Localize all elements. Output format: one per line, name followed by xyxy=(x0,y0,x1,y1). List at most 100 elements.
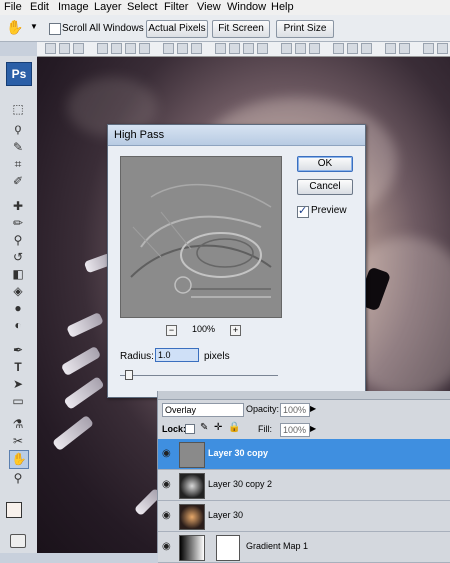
fill-input[interactable]: 100% xyxy=(280,423,310,437)
radius-input[interactable]: 1.0 xyxy=(155,348,199,362)
panel-toggle-icon[interactable] xyxy=(163,43,174,54)
panel-toggle-icon[interactable] xyxy=(215,43,226,54)
blend-mode-select[interactable]: Overlay xyxy=(162,403,244,417)
mask-thumbnail xyxy=(216,535,240,561)
history-brush-icon[interactable]: ↺ xyxy=(9,249,27,266)
options-bar: ✋ ▼ Scroll All Windows Actual Pixels Fit… xyxy=(0,15,450,42)
actual-pixels-button[interactable]: Actual Pixels xyxy=(146,20,208,38)
eyedropper-3d-icon[interactable]: ⚗ xyxy=(9,416,27,433)
filter-preview[interactable] xyxy=(120,156,282,318)
fill-arrow-icon[interactable]: ▶ xyxy=(310,424,316,433)
panel-toggle-icon[interactable] xyxy=(111,43,122,54)
panel-toggle-icon[interactable] xyxy=(437,43,448,54)
panel-toggle-icon[interactable] xyxy=(73,43,84,54)
menu-file[interactable]: File xyxy=(4,1,22,13)
eye-icon[interactable]: ◉ xyxy=(162,541,171,552)
eraser-icon[interactable]: ◧ xyxy=(9,266,27,283)
pen-icon[interactable]: ✒ xyxy=(9,342,27,359)
fill-label: Fill: xyxy=(258,424,272,434)
fit-screen-button[interactable]: Fit Screen xyxy=(212,20,270,38)
opacity-input[interactable]: 100% xyxy=(280,403,310,417)
shape-icon[interactable]: ▭ xyxy=(9,393,27,410)
lock-position-icon[interactable]: ✛ xyxy=(214,422,222,433)
panel-toggle-icon[interactable] xyxy=(347,43,358,54)
scroll-all-windows-label: Scroll All Windows xyxy=(62,23,144,34)
panel-toggle-icon[interactable] xyxy=(191,43,202,54)
lock-transparency-icon[interactable] xyxy=(185,424,195,434)
panel-toggle-icon[interactable] xyxy=(125,43,136,54)
blur-icon[interactable]: ● xyxy=(9,300,27,317)
marquee-icon[interactable]: ⬚ xyxy=(9,101,27,118)
type-icon[interactable]: T xyxy=(9,359,27,376)
panel-toggle-icon[interactable] xyxy=(295,43,306,54)
radius-slider-track[interactable] xyxy=(120,375,278,376)
eye-icon[interactable]: ◉ xyxy=(162,448,171,459)
scroll-all-windows-checkbox[interactable] xyxy=(49,23,61,35)
clone-stamp-icon[interactable]: ⚲ xyxy=(9,232,27,249)
path-select-icon[interactable]: ➤ xyxy=(9,376,27,393)
layer-row-gradient-map-1[interactable]: ◉ Gradient Map 1 xyxy=(158,532,450,563)
zoom-in-button[interactable]: + xyxy=(230,325,241,336)
crop-icon[interactable]: ⌗ xyxy=(9,156,27,173)
menu-bar: File Edit Image Layer Select Filter View… xyxy=(0,0,450,16)
measure-icon[interactable]: ✂ xyxy=(9,433,27,450)
dialog-title-bar[interactable]: High Pass xyxy=(108,125,365,146)
ok-button[interactable]: OK xyxy=(297,156,353,172)
menu-select[interactable]: Select xyxy=(127,1,158,13)
layer-row-layer-30-copy-2[interactable]: ◉ Layer 30 copy 2 xyxy=(158,470,450,501)
magic-wand-icon[interactable]: ✎ xyxy=(9,139,27,156)
layer-row-layer-30-copy[interactable]: ◉ Layer 30 copy xyxy=(158,439,450,470)
panel-toggle-icon[interactable] xyxy=(97,43,108,54)
quick-mask-icon[interactable] xyxy=(10,534,26,548)
panel-toggle-icon[interactable] xyxy=(229,43,240,54)
preview-checkbox[interactable] xyxy=(297,204,309,218)
panel-toggle-icon[interactable] xyxy=(59,43,70,54)
brush-icon[interactable]: ✏ xyxy=(9,215,27,232)
opacity-label: Opacity: xyxy=(246,404,280,414)
opacity-arrow-icon[interactable]: ▶ xyxy=(310,404,316,413)
menu-layer[interactable]: Layer xyxy=(94,1,122,13)
eye-icon[interactable]: ◉ xyxy=(162,510,171,521)
zoom-icon[interactable]: ⚲ xyxy=(9,470,27,487)
panel-toggle-icon[interactable] xyxy=(281,43,292,54)
panel-toggle-icon[interactable] xyxy=(309,43,320,54)
panel-toggle-icon[interactable] xyxy=(385,43,396,54)
dodge-icon[interactable]: ◐ xyxy=(9,317,27,334)
hand-tool-icon[interactable]: ✋ xyxy=(9,450,29,469)
panel-toggle-icon[interactable] xyxy=(139,43,150,54)
panel-toggle-icon[interactable] xyxy=(399,43,410,54)
lock-all-icon[interactable]: 🔒 xyxy=(228,422,240,433)
panel-toggle-icon[interactable] xyxy=(177,43,188,54)
healing-brush-icon[interactable]: ✚ xyxy=(9,198,27,215)
menu-help[interactable]: Help xyxy=(271,1,294,13)
zoom-out-button[interactable]: − xyxy=(166,325,177,336)
menu-filter[interactable]: Filter xyxy=(164,1,188,13)
lock-pixels-icon[interactable]: ✎ xyxy=(200,422,208,433)
panel-toggle-icon[interactable] xyxy=(243,43,254,54)
metal-shard-image xyxy=(66,311,104,339)
paint-bucket-icon[interactable]: ◈ xyxy=(9,283,27,300)
hand-tool-preset-icon[interactable]: ✋ xyxy=(6,19,23,36)
panel-toggle-icon[interactable] xyxy=(423,43,434,54)
eye-icon[interactable]: ◉ xyxy=(162,479,171,490)
layer-row-layer-30[interactable]: ◉ Layer 30 xyxy=(158,501,450,532)
panel-toggle-icon[interactable] xyxy=(45,43,56,54)
menu-view[interactable]: View xyxy=(197,1,221,13)
adjustment-layer-thumbnail xyxy=(179,535,205,561)
dialog-title: High Pass xyxy=(114,129,165,141)
menu-window[interactable]: Window xyxy=(227,1,266,13)
lasso-icon[interactable]: ϙ xyxy=(9,120,27,137)
layers-panel-tab[interactable] xyxy=(158,391,450,400)
chevron-down-icon[interactable]: ▼ xyxy=(30,22,38,31)
panel-toggle-icon[interactable] xyxy=(257,43,268,54)
menu-image[interactable]: Image xyxy=(58,1,89,13)
panel-toggle-icon[interactable] xyxy=(361,43,372,54)
panel-toggle-icon[interactable] xyxy=(333,43,344,54)
high-pass-dialog: High Pass − 100% + OK Cancel Preview Rad… xyxy=(107,124,366,398)
eyedropper-icon[interactable]: ✐ xyxy=(9,173,27,190)
menu-edit[interactable]: Edit xyxy=(30,1,49,13)
print-size-button[interactable]: Print Size xyxy=(276,20,334,38)
cancel-button[interactable]: Cancel xyxy=(297,179,353,195)
radius-slider-handle[interactable] xyxy=(125,370,133,380)
foreground-color-swatch[interactable] xyxy=(6,502,22,518)
